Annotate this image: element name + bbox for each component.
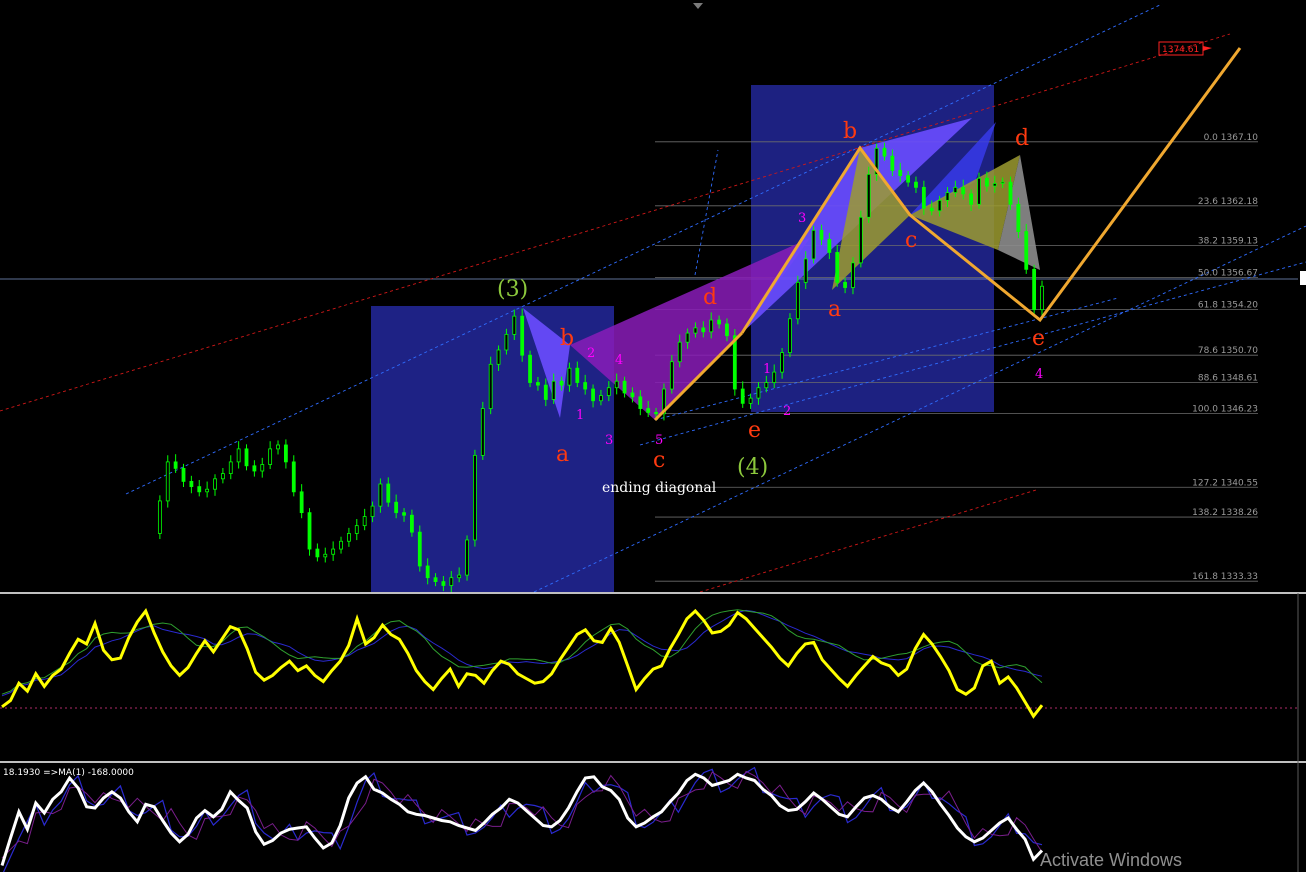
subwave-label-1: 1 [576, 408, 584, 423]
fib-level-label: 0.0 1367.10 [1204, 133, 1259, 143]
fib-level-label: 61.8 1354.20 [1198, 301, 1258, 311]
fib-level-label: 78.6 1350.70 [1198, 346, 1258, 356]
candle [417, 525, 422, 572]
subwave-label-1: 1 [763, 362, 771, 377]
fib-level-label: 127.2 1340.55 [1192, 478, 1258, 488]
subwave-label-5: 5 [655, 433, 663, 448]
candle [811, 225, 816, 264]
trading-chart[interactable]: 0.0 1367.10 23.6 1362.18 38.2 1359.13 50.0 … [0, 0, 1306, 872]
wave-label-e: e [1032, 326, 1045, 351]
fib-level-label: 50.0 1356.67 [1198, 269, 1258, 279]
price-scale-marker [1300, 271, 1306, 285]
wave-label-a: a [556, 442, 569, 467]
wave-label-c: c [905, 228, 917, 253]
candle [480, 401, 485, 460]
wave-label-c: c [653, 448, 665, 473]
wave-label-e: e [748, 418, 761, 443]
candle [977, 172, 981, 209]
target-price-label: 1374.61 [1162, 45, 1199, 55]
candle [1024, 223, 1029, 274]
subwave-label-2: 2 [587, 346, 595, 361]
fib-level-label: 138.2 1338.26 [1192, 508, 1258, 518]
wave-label-a: a [828, 297, 841, 322]
osc2-label: 18.1930 =>MA(1) -168.0000 [3, 768, 134, 778]
chart-background [0, 0, 1306, 872]
candle [858, 210, 863, 268]
subwave-label-3: 3 [605, 433, 613, 448]
subwave-label-2: 2 [783, 404, 791, 419]
fib-level-label: 23.6 1362.18 [1198, 197, 1258, 207]
candle [465, 535, 469, 581]
fib-level-label: 88.6 1348.61 [1198, 373, 1258, 383]
wave-label-3: (3) [497, 277, 528, 302]
candle [473, 449, 477, 547]
candle [488, 356, 493, 415]
candle [1032, 264, 1037, 316]
candle [788, 313, 792, 358]
wave-label-4: (4) [737, 455, 768, 480]
wave-label-d: d [1015, 126, 1029, 151]
subwave-label-4: 4 [615, 353, 623, 368]
fib-level-label: 38.2 1359.13 [1198, 237, 1258, 247]
candle [795, 275, 800, 325]
candle [866, 166, 871, 223]
candle [165, 455, 170, 508]
candle [520, 308, 525, 362]
candle [307, 508, 312, 556]
candle [157, 495, 162, 540]
activate-windows-watermark: Activate Windows [1040, 850, 1182, 870]
fib-level-label: 100.0 1346.23 [1192, 404, 1258, 414]
subwave-label-4: 4 [1035, 367, 1043, 382]
candle [528, 350, 532, 388]
wave-label-b: b [560, 326, 574, 351]
wave-label-d: d [703, 285, 717, 310]
wave-label-b: b [843, 119, 857, 144]
fib-level-label: 161.8 1333.33 [1192, 572, 1258, 582]
subwave-label-3: 3 [798, 211, 806, 226]
ending-diagonal-label: ending diagonal [602, 480, 717, 496]
